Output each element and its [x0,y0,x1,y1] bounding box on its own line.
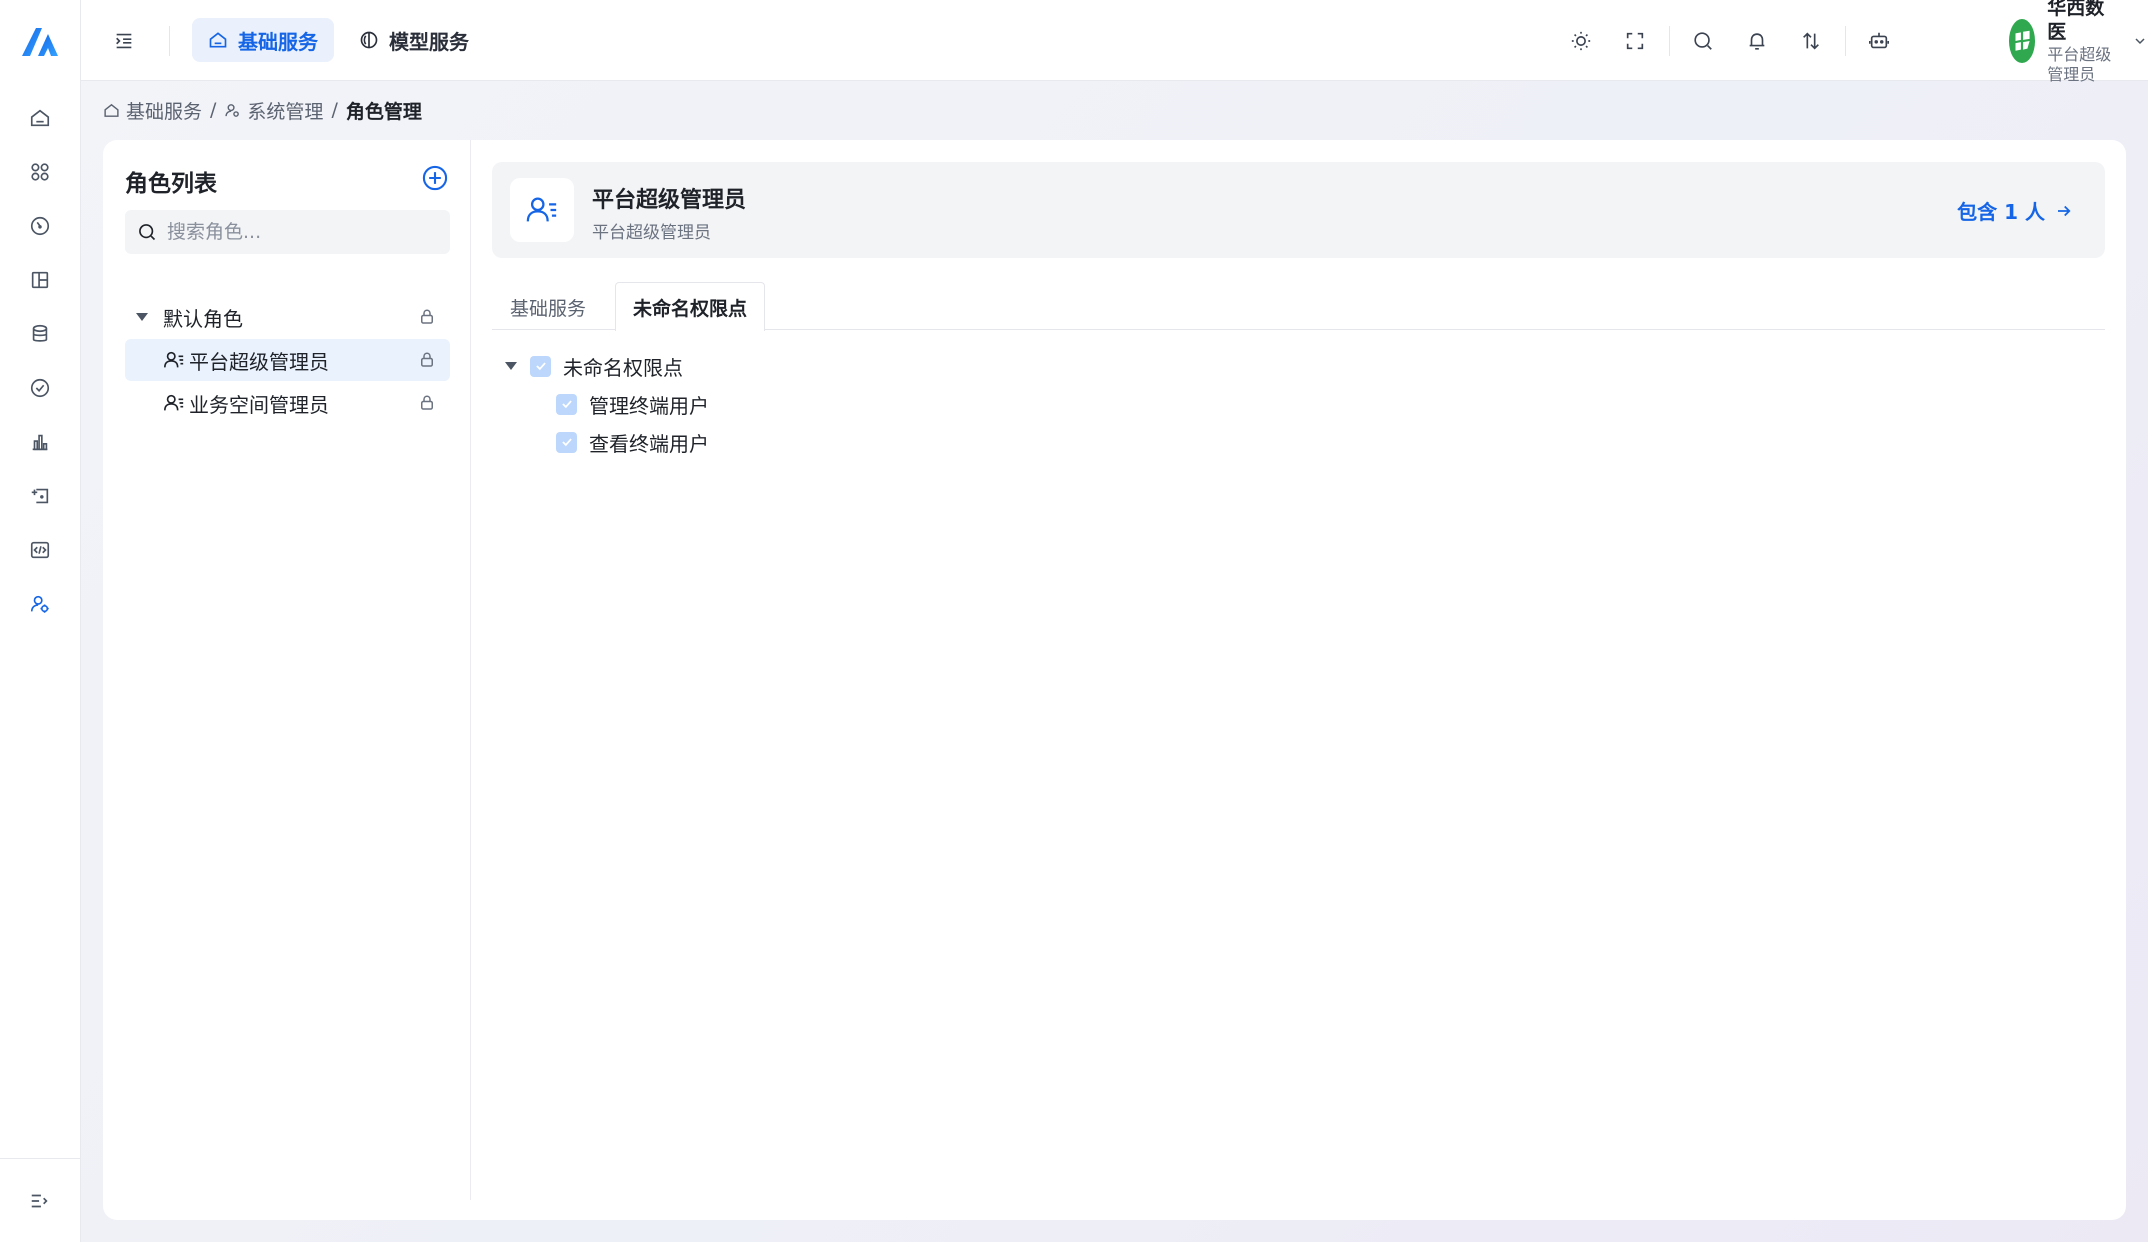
role-item-workspace-admin[interactable]: 业务空间管理员 [125,382,450,424]
top-tab-label: 基础服务 [238,29,318,54]
check-circle-icon[interactable] [24,372,56,404]
user-list-icon [163,349,185,371]
role-list-title: 角色列表 [125,171,217,197]
sort-arrows-icon[interactable] [1796,26,1826,56]
breadcrumb-current: 角色管理 [345,100,422,123]
home-icon [103,102,120,119]
brain-icon [359,30,379,50]
lock-icon [418,308,436,326]
top-tab-model-service[interactable]: 模型服务 [343,18,485,62]
role-item-label: 业务空间管理员 [189,392,329,417]
breadcrumb-label: 基础服务 [126,100,203,123]
tab-label: 基础服务 [510,297,587,320]
user-name: 华西数医 [2047,0,2105,43]
apps-icon[interactable] [24,156,56,188]
collapse-sidebar-icon[interactable] [109,26,139,56]
role-avatar [510,178,574,242]
fullscreen-icon[interactable] [1620,26,1650,56]
home-icon[interactable] [24,102,56,134]
role-item-label: 平台超级管理员 [189,349,329,374]
lock-icon [418,394,436,412]
permission-label: 查看终端用户 [589,431,709,456]
check-icon [535,362,546,371]
breadcrumb-item-basic-service[interactable]: 基础服务 [103,97,202,124]
top-tab-label: 模型服务 [389,29,469,54]
role-search-input[interactable] [167,221,437,243]
permission-checkbox[interactable] [530,355,551,377]
role-members-link[interactable]: 包含 1 人 [1957,196,2073,225]
main-card: 角色列表 默认角色 平台超级管理员 [103,140,2126,1220]
search-icon[interactable] [1688,26,1718,56]
dashboard-gauge-icon[interactable] [24,210,56,242]
role-group-default[interactable]: 默认角色 [125,296,450,338]
user-menu[interactable]: 华西数医 平台超级管理员 [2009,0,2148,84]
layout-icon[interactable] [24,264,56,296]
bell-icon[interactable] [1742,26,1772,56]
user-list-icon [526,197,557,222]
home-icon [208,30,228,50]
permission-root: 未命名权限点 [504,351,683,381]
tab-basic-service[interactable]: 基础服务 [492,282,604,331]
theme-sun-icon[interactable] [1566,26,1596,56]
top-tab-basic-service[interactable]: 基础服务 [192,18,334,62]
avatar [2009,19,2036,63]
role-name: 平台超级管理员 [592,188,747,213]
breadcrumb-label: 系统管理 [247,100,324,123]
role-list-panel: 角色列表 默认角色 平台超级管理员 [103,140,471,1200]
breadcrumb-separator: / [331,99,338,121]
topbar-divider [1669,26,1670,56]
app-logo-icon[interactable] [18,24,62,60]
tab-unnamed-permission[interactable]: 未命名权限点 [615,282,766,331]
bar-chart-icon[interactable] [24,426,56,458]
chevron-down-icon [2132,33,2148,49]
database-icon[interactable] [24,318,56,350]
role-header: 平台超级管理员 平台超级管理员 包含 1 人 [492,162,2105,258]
breadcrumb-separator: / [210,99,217,121]
role-group-label: 默认角色 [163,306,243,331]
lock-icon [418,351,436,369]
icon-rail [0,0,81,1242]
role-search [125,210,450,254]
rail-divider [0,1158,81,1159]
permission-checkbox[interactable] [556,431,577,453]
user-settings-icon [224,102,241,119]
role-members-label: 包含 1 人 [1957,200,2045,224]
topbar-divider [169,26,170,56]
breadcrumb-item-system[interactable]: 系统管理 [224,97,323,124]
breadcrumb: 基础服务 / 系统管理 / 角色管理 [103,97,422,124]
caret-down-icon[interactable] [135,311,149,323]
check-icon [561,400,572,409]
arrow-right-icon [2055,202,2073,220]
plus-circle-icon [422,165,448,191]
code-icon[interactable] [24,534,56,566]
role-description: 平台超级管理员 [592,223,711,243]
user-list-icon [163,392,185,414]
topbar-divider [1845,26,1846,56]
expand-menu-icon[interactable] [24,1185,56,1217]
add-role-button[interactable] [421,164,449,192]
ticket-add-icon[interactable] [24,480,56,512]
permission-label: 未命名权限点 [563,355,683,380]
permission-tabs: 基础服务 未命名权限点 [492,282,2105,331]
tab-label: 未命名权限点 [633,297,748,320]
check-icon [561,438,572,447]
permission-item: 管理终端用户 [556,389,709,419]
permission-item: 查看终端用户 [556,427,709,457]
permission-label: 管理终端用户 [589,393,709,418]
top-bar: 基础服务 模型服务 华西数医 平台超级管理员 [81,0,2148,84]
permission-checkbox[interactable] [556,393,577,415]
search-icon [137,222,157,242]
user-role: 平台超级管理员 [2047,44,2112,84]
user-settings-icon[interactable] [24,588,56,620]
role-item-platform-admin[interactable]: 平台超级管理员 [125,339,450,381]
robot-icon[interactable] [1864,26,1894,56]
caret-down-icon[interactable] [504,360,518,372]
